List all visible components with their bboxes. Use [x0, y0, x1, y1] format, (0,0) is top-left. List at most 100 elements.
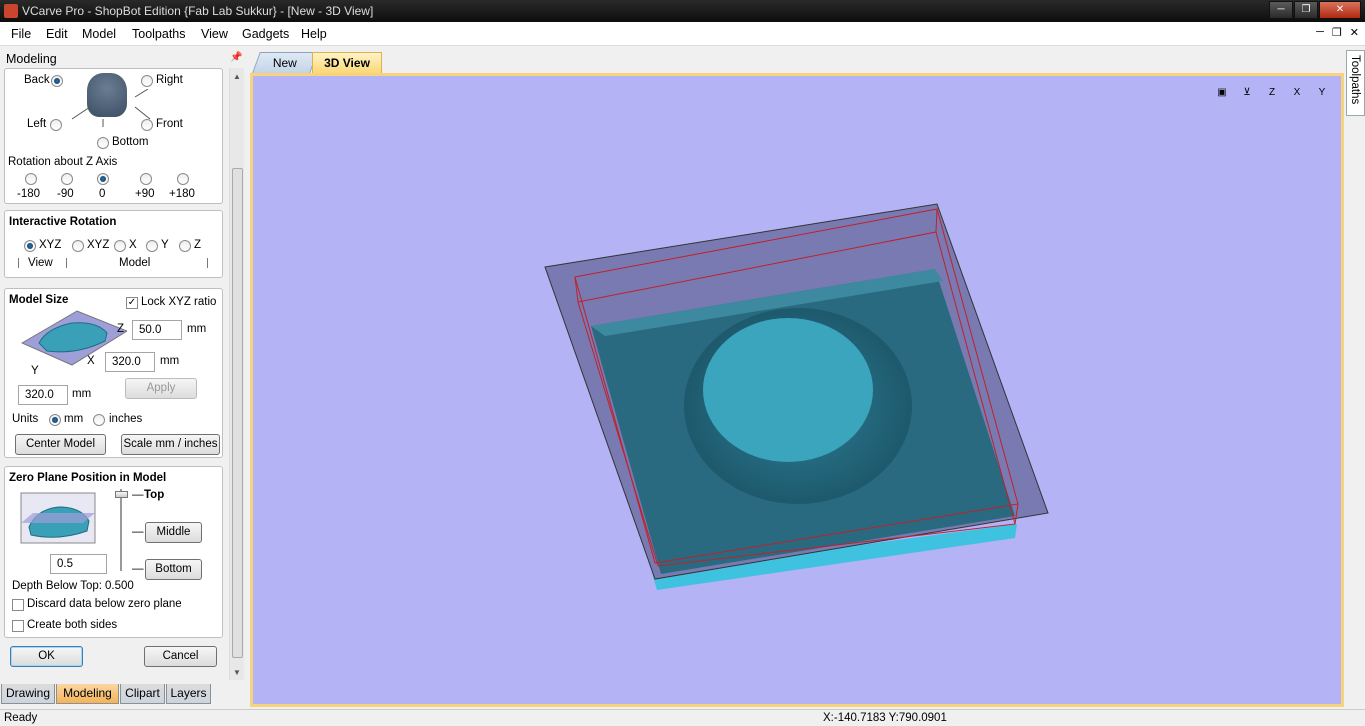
rotation-plus180-radio[interactable] [177, 173, 189, 185]
zero-plane-slider-track [120, 489, 122, 571]
create-both-sides-checkbox[interactable] [12, 620, 24, 632]
interactive-rotation-group: Interactive Rotation XYZ XYZ X Y Z View … [4, 210, 223, 278]
y-unit-label: mm [72, 388, 92, 400]
pin-icon[interactable]: 📌 [230, 52, 242, 63]
x-size-input[interactable]: 320.0 [105, 352, 155, 372]
cylinder-top [703, 318, 873, 462]
view-toolbar: ▣ ⊻ Z X Y [1212, 83, 1332, 103]
units-mm-label: mm [64, 413, 84, 425]
center-model-button[interactable]: Center Model [15, 434, 106, 455]
discard-below-checkbox[interactable] [12, 599, 24, 611]
menu-toolpaths[interactable]: Toolpaths [132, 27, 186, 41]
orientation-back-radio[interactable] [51, 75, 63, 87]
orientation-front-radio[interactable] [141, 119, 153, 131]
x-label: X [129, 239, 137, 251]
menu-view[interactable]: View [201, 27, 228, 41]
menu-edit[interactable]: Edit [46, 27, 68, 41]
zero-plane-slider-handle[interactable] [115, 491, 128, 498]
scroll-down-icon[interactable]: ▼ [233, 668, 241, 677]
bottom-tab-bar: Drawing Modeling Clipart Layers [0, 683, 246, 705]
mdi-minimize-button[interactable]: ─ [1316, 26, 1324, 39]
toolpaths-side-tab[interactable]: Toolpaths [1346, 50, 1365, 116]
cancel-button[interactable]: Cancel [144, 646, 217, 667]
menu-file[interactable]: File [11, 27, 31, 41]
apply-button[interactable]: Apply [125, 378, 197, 399]
front-view-x-icon[interactable]: X [1287, 83, 1307, 103]
tab-modeling[interactable]: Modeling [56, 684, 119, 704]
minimize-button[interactable]: ─ [1269, 1, 1293, 19]
top-view-z-icon[interactable]: Z [1262, 83, 1282, 103]
orientation-right-radio[interactable] [141, 75, 153, 87]
app-icon [4, 4, 18, 18]
scroll-up-icon[interactable]: ▲ [233, 72, 241, 81]
units-inches-label: inches [109, 413, 143, 425]
rotation-model-xyz-radio[interactable] [72, 240, 84, 252]
bottom-label: Bottom [112, 136, 149, 148]
rotation-minus180-label: -180 [17, 188, 41, 200]
rotation-plus90-label: +90 [135, 188, 155, 200]
side-view-y-icon[interactable]: Y [1312, 83, 1332, 103]
zero-plane-input[interactable]: 0.5 [50, 554, 107, 574]
lock-xyz-label: Lock XYZ ratio [141, 296, 217, 308]
scale-mm-inches-button[interactable]: Scale mm / inches [121, 434, 220, 455]
view-xyz-label: XYZ [39, 239, 62, 251]
x-unit-label: mm [160, 355, 180, 367]
panel-title: Modeling [6, 52, 57, 66]
model-xyz-label: XYZ [87, 239, 110, 251]
rotation-plus180-label: +180 [169, 188, 195, 200]
units-label: Units [12, 413, 39, 425]
restore-button[interactable]: ❐ [1294, 1, 1318, 19]
toolpaths-tab-label: Toolpaths [1349, 55, 1361, 105]
units-inches-radio[interactable] [93, 414, 105, 426]
rotation-plus90-radio[interactable] [140, 173, 152, 185]
iso-view-icon[interactable]: ⊻ [1237, 83, 1257, 103]
create-both-sides-label: Create both sides [27, 619, 118, 631]
rotation-z-radio[interactable] [179, 240, 191, 252]
zoom-extents-icon[interactable]: ▣ [1212, 83, 1232, 103]
rotation-view-xyz-radio[interactable] [24, 240, 36, 252]
z-axis-label: Z [117, 323, 125, 335]
modeling-panel: Modeling 📌 ▲ ▼ Back Right Left Front Bot… [0, 48, 246, 706]
rotation-minus90-radio[interactable] [61, 173, 73, 185]
lock-xyz-checkbox[interactable]: ✓ [126, 297, 138, 309]
tab-3d-view[interactable]: 3D View [312, 52, 382, 73]
mdi-close-button[interactable]: ✕ [1350, 26, 1359, 39]
status-text: Ready [4, 712, 38, 724]
middle-button[interactable]: Middle [145, 522, 202, 543]
rotation-minus180-radio[interactable] [25, 173, 37, 185]
cursor-coordinates: X:-140.7183 Y:790.0901 [823, 712, 947, 724]
menu-model[interactable]: Model [82, 27, 116, 41]
window-title: VCarve Pro - ShopBot Edition {Fab Lab Su… [22, 4, 374, 18]
panel-scrollbar[interactable]: ▲ ▼ [229, 68, 244, 680]
model-label: Model [119, 257, 151, 269]
rotation-0-radio[interactable] [97, 173, 109, 185]
rotation-y-radio[interactable] [146, 240, 158, 252]
top-label: Top [144, 489, 165, 501]
close-button[interactable]: ✕ [1319, 1, 1361, 19]
scroll-thumb[interactable] [232, 168, 243, 658]
y-size-input[interactable]: 320.0 [18, 385, 68, 405]
bottom-button[interactable]: Bottom [145, 559, 202, 580]
menu-help[interactable]: Help [301, 27, 327, 41]
rotation-label: Rotation about Z Axis [8, 156, 118, 168]
tab-new[interactable]: New [252, 52, 318, 73]
divider [207, 258, 208, 268]
ok-button[interactable]: OK [10, 646, 83, 667]
rotation-x-radio[interactable] [114, 240, 126, 252]
divider [66, 258, 67, 268]
menu-gadgets[interactable]: Gadgets [242, 27, 289, 41]
mdi-restore-button[interactable]: ❐ [1332, 26, 1342, 39]
tab-drawing[interactable]: Drawing [1, 684, 55, 704]
view-label: View [28, 257, 53, 269]
z-size-input[interactable]: 50.0 [132, 320, 182, 340]
tab-clipart[interactable]: Clipart [120, 684, 165, 704]
3d-viewport[interactable]: ▣ ⊻ Z X Y [250, 73, 1344, 707]
discard-below-label: Discard data below zero plane [27, 598, 182, 610]
orientation-left-radio[interactable] [50, 119, 62, 131]
units-mm-radio[interactable] [49, 414, 61, 426]
rotation-minus90-label: -90 [57, 188, 74, 200]
left-label: Left [27, 118, 47, 130]
orientation-bottom-radio[interactable] [97, 137, 109, 149]
zero-plane-group: Zero Plane Position in Model — Top — Mid… [4, 466, 223, 638]
tab-layers[interactable]: Layers [166, 684, 211, 704]
